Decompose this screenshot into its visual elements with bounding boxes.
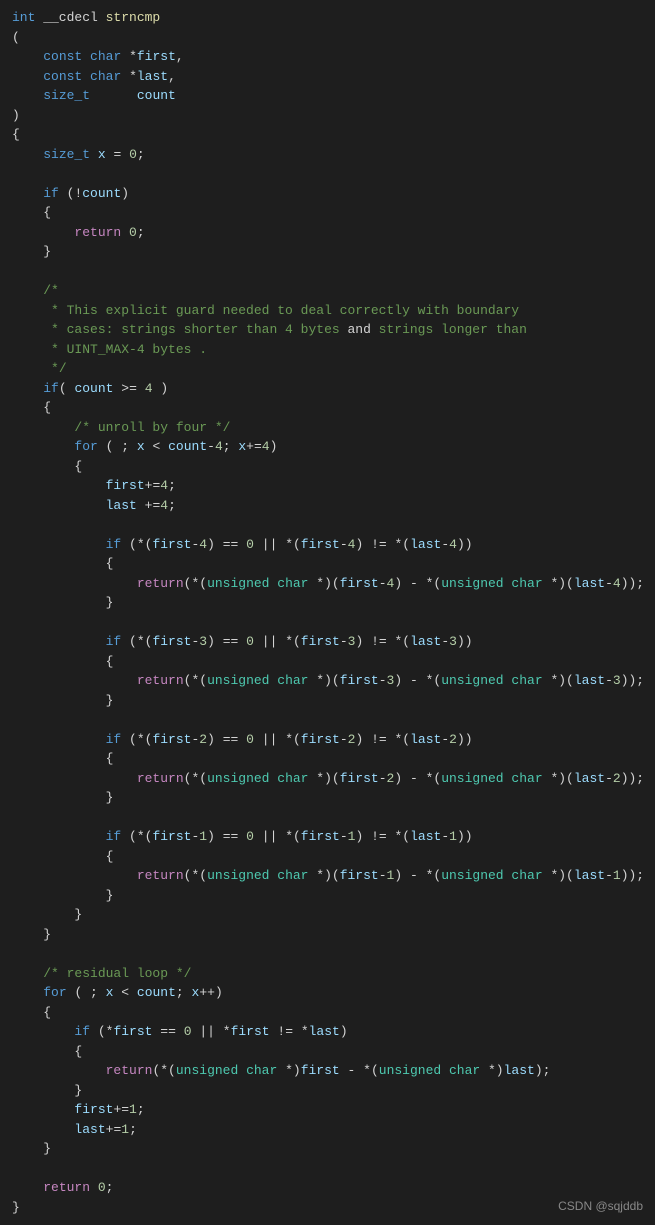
code-line: } [12, 1081, 643, 1101]
code-line: for ( ; x < count; x++) [12, 983, 643, 1003]
code-line: ) [12, 106, 643, 126]
code-line: { [12, 554, 643, 574]
code-line: return(*(unsigned char *)(first-4) - *(u… [12, 574, 643, 594]
code-line: { [12, 749, 643, 769]
code-line: if (*first == 0 || *first != *last) [12, 1022, 643, 1042]
code-line: { [12, 847, 643, 867]
code-line: { [12, 398, 643, 418]
code-viewer: int __cdecl strncmp ( const char *first,… [0, 0, 655, 1225]
code-line: * UINT_MAX-4 bytes . [12, 340, 643, 360]
code-line: for ( ; x < count-4; x+=4) [12, 437, 643, 457]
code-line: } [12, 242, 643, 262]
code-line: { [12, 203, 643, 223]
code-line: if (*(first-1) == 0 || *(first-1) != *(l… [12, 827, 643, 847]
code-line: if (*(first-4) == 0 || *(first-4) != *(l… [12, 535, 643, 555]
code-line: * This explicit guard needed to deal cor… [12, 301, 643, 321]
code-line: } [12, 593, 643, 613]
code-line: /* residual loop */ [12, 964, 643, 984]
code-line: } [12, 788, 643, 808]
code-line: if (*(first-2) == 0 || *(first-2) != *(l… [12, 730, 643, 750]
code-line: size_t x = 0; [12, 145, 643, 165]
code-line: /* unroll by four */ [12, 418, 643, 438]
code-line: } [12, 691, 643, 711]
code-line: const char *last, [12, 67, 643, 87]
code-line: /* [12, 281, 643, 301]
code-line: const char *first, [12, 47, 643, 67]
code-line: { [12, 125, 643, 145]
code-line: { [12, 1042, 643, 1062]
code-line: last+=1; [12, 1120, 643, 1140]
code-line [12, 1159, 643, 1179]
code-line [12, 710, 643, 730]
code-line: } [12, 886, 643, 906]
watermark-text: CSDN @sqjddb [558, 1197, 643, 1215]
code-line [12, 613, 643, 633]
code-line [12, 515, 643, 535]
code-line: } [12, 1198, 643, 1218]
code-line: ( [12, 28, 643, 48]
code-line [12, 164, 643, 184]
code-line: if (!count) [12, 184, 643, 204]
code-line: return(*(unsigned char *)(first-2) - *(u… [12, 769, 643, 789]
code-line: return 0; [12, 223, 643, 243]
code-line: { [12, 457, 643, 477]
code-line: { [12, 1003, 643, 1023]
code-line: { [12, 652, 643, 672]
code-line [12, 808, 643, 828]
code-line [12, 262, 643, 282]
code-line: } [12, 925, 643, 945]
code-line: } [12, 905, 643, 925]
code-line: * cases: strings shorter than 4 bytes an… [12, 320, 643, 340]
code-line: if( count >= 4 ) [12, 379, 643, 399]
code-line: } [12, 1139, 643, 1159]
code-line: last +=4; [12, 496, 643, 516]
code-line: int __cdecl strncmp [12, 8, 643, 28]
code-line: if (*(first-3) == 0 || *(first-3) != *(l… [12, 632, 643, 652]
code-line: return(*(unsigned char *)(first-1) - *(u… [12, 866, 643, 886]
code-line: */ [12, 359, 643, 379]
code-line: return(*(unsigned char *)(first-3) - *(u… [12, 671, 643, 691]
code-line [12, 944, 643, 964]
code-line: first+=4; [12, 476, 643, 496]
code-line: return(*(unsigned char *)first - *(unsig… [12, 1061, 643, 1081]
code-line: size_t count [12, 86, 643, 106]
code-line: return 0; [12, 1178, 643, 1198]
code-line: first+=1; [12, 1100, 643, 1120]
